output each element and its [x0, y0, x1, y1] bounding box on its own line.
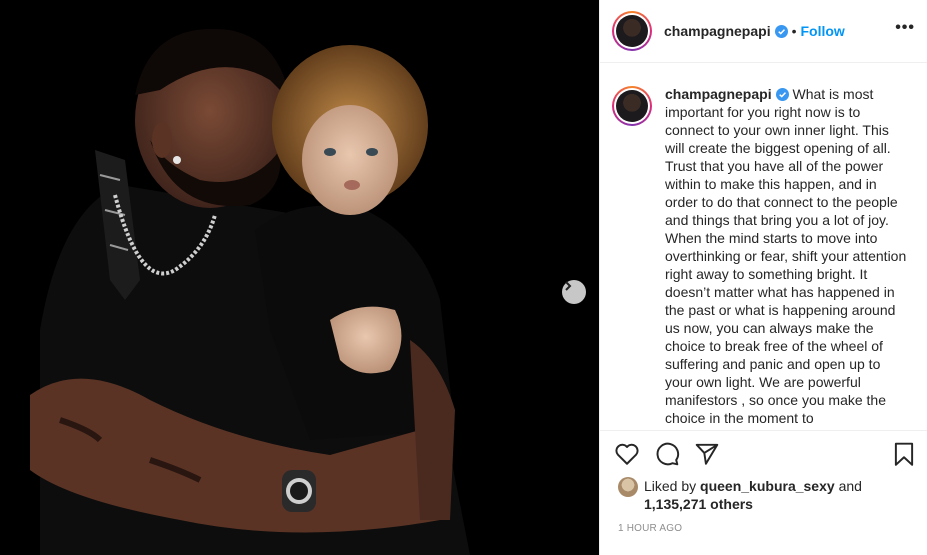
- likes-text: Liked by queen_kubura_sexy and 1,135,271…: [644, 477, 862, 513]
- caption: champagnepapi What is most important for…: [665, 85, 907, 427]
- chevron-right-icon: [565, 281, 572, 291]
- heart-icon[interactable]: [614, 441, 640, 467]
- caption-author-avatar[interactable]: [612, 86, 652, 126]
- post-header: champagnepapi • Follow •••: [600, 0, 927, 63]
- post-photo[interactable]: [0, 0, 599, 555]
- likes-count[interactable]: 1,135,271 others: [644, 496, 753, 512]
- paper-plane-icon[interactable]: [694, 441, 720, 467]
- caption-body: What is most important for you right now…: [665, 86, 907, 426]
- caption-username[interactable]: champagnepapi: [665, 86, 772, 102]
- photo-illustration: [0, 0, 599, 555]
- next-photo-button[interactable]: [562, 280, 586, 304]
- post-details-panel: champagnepapi • Follow ••• champagnepapi…: [599, 0, 927, 555]
- likes-and: and: [838, 478, 862, 494]
- bookmark-icon[interactable]: [891, 441, 917, 467]
- author-username[interactable]: champagnepapi: [664, 23, 771, 39]
- follow-button[interactable]: Follow: [801, 23, 845, 39]
- likes-prefix: Liked by: [644, 478, 697, 494]
- liker-username[interactable]: queen_kubura_sexy: [700, 478, 835, 494]
- separator-dot: •: [791, 23, 797, 39]
- verified-badge-icon: [774, 24, 788, 38]
- caption-section[interactable]: champagnepapi What is most important for…: [600, 63, 927, 431]
- liker-avatar[interactable]: [618, 477, 638, 497]
- more-options-button[interactable]: •••: [895, 19, 915, 43]
- post-timestamp[interactable]: 1 HOUR AGO: [600, 513, 927, 534]
- verified-badge-icon: [775, 88, 789, 101]
- likes-summary: Liked by queen_kubura_sexy and 1,135,271…: [600, 477, 927, 513]
- author-avatar[interactable]: [612, 11, 652, 51]
- action-bar: [600, 431, 927, 477]
- comment-icon[interactable]: [654, 441, 680, 467]
